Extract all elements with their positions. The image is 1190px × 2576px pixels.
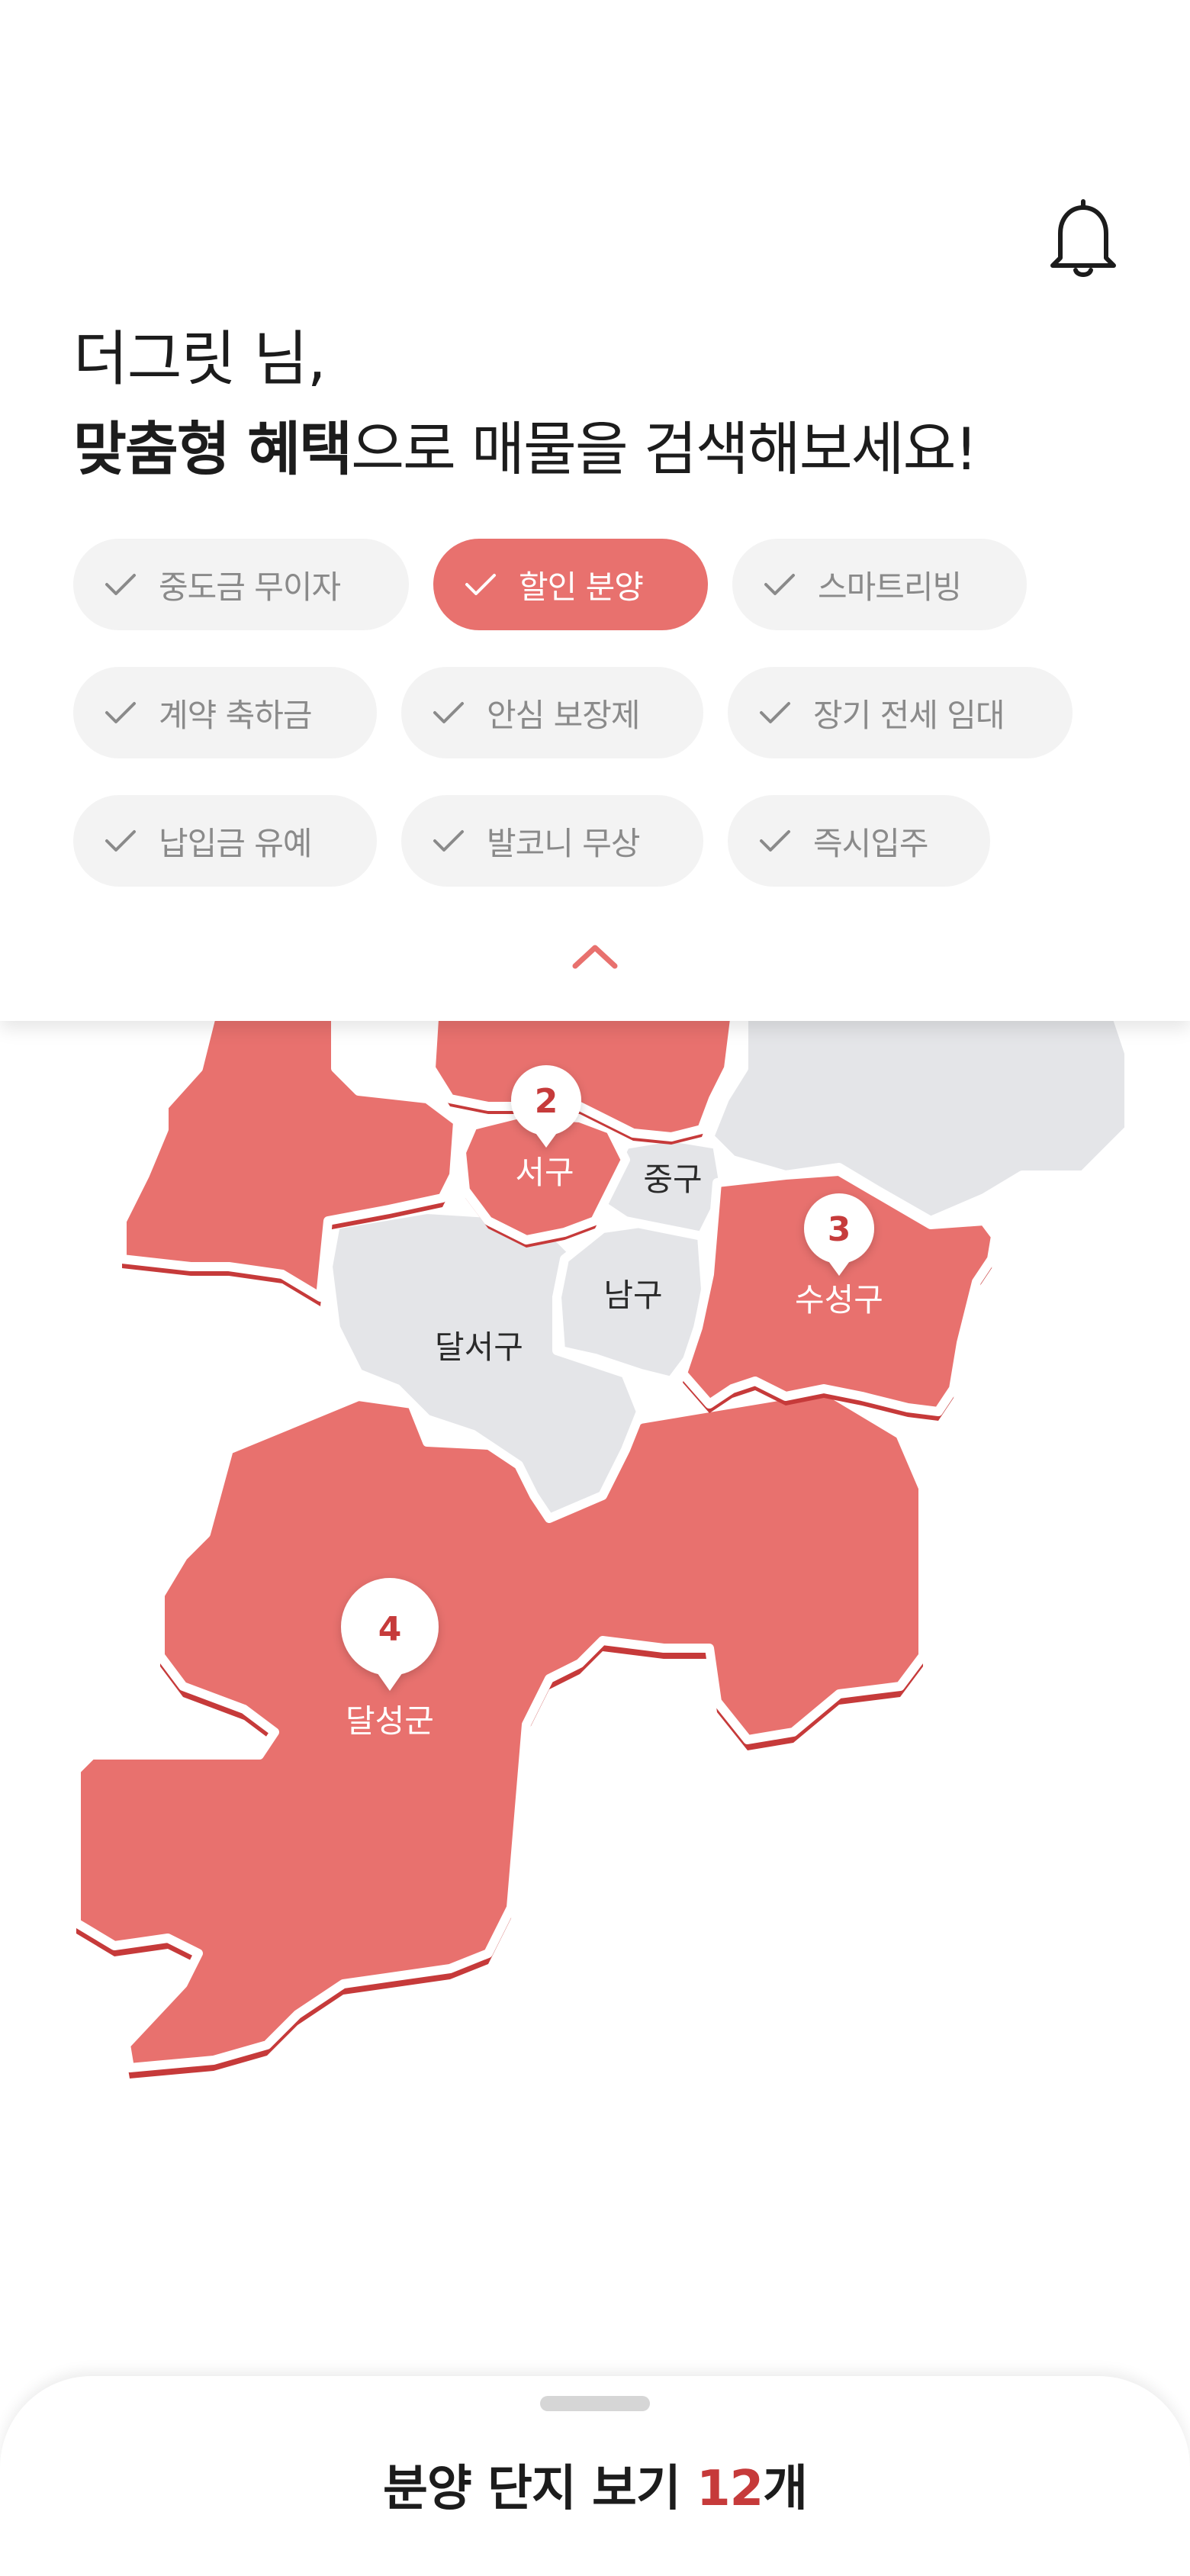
chip-label: 계약 축하금 bbox=[159, 696, 313, 734]
chip-payment-deferral[interactable]: 납입금 유예 bbox=[73, 795, 377, 887]
label-seo: 서구 bbox=[515, 1154, 574, 1191]
chip-label: 장기 전세 임대 bbox=[813, 696, 1005, 734]
check-icon bbox=[105, 830, 136, 852]
check-icon bbox=[760, 830, 790, 852]
chip-immediate-move-in[interactable]: 즉시입주 bbox=[728, 795, 990, 887]
sheet-drag-handle[interactable] bbox=[540, 2396, 650, 2411]
cta-count: 12 bbox=[696, 2461, 764, 2517]
pin-count-dalseong: 4 bbox=[378, 1610, 402, 1649]
label-dalseong: 달성군 bbox=[346, 1702, 434, 1740]
chip-label: 안심 보장제 bbox=[487, 696, 641, 734]
check-icon bbox=[433, 702, 464, 723]
chip-contract-bonus[interactable]: 계약 축하금 bbox=[73, 667, 377, 758]
label-nam: 남구 bbox=[603, 1277, 662, 1314]
pin-count-seo: 2 bbox=[535, 1082, 558, 1121]
chip-smart-living[interactable]: 스마트리빙 bbox=[732, 539, 1027, 630]
benefit-filter-chips: 중도금 무이자 할인 분양 스마트리빙 계약 축하금 안심 보장제 장기 전세 … bbox=[73, 539, 1141, 923]
view-complexes-button[interactable]: 분양 단지 보기 12개 bbox=[0, 2449, 1190, 2520]
filter-panel: 더그릿 님, 맞춤형 혜택으로 매물을 검색해보세요! 중도금 무이자 할인 분… bbox=[0, 0, 1190, 1021]
check-icon bbox=[105, 574, 136, 595]
chip-label: 납입금 유예 bbox=[159, 824, 313, 862]
region-dalseong[interactable] bbox=[72, 1384, 928, 2079]
cta-prefix: 분양 단지 보기 bbox=[382, 2461, 697, 2517]
check-icon bbox=[760, 702, 790, 723]
label-jung: 중구 bbox=[643, 1161, 702, 1198]
subtitle-rest: 으로 매물을 검색해보세요! bbox=[351, 415, 978, 483]
chip-label: 할인 분양 bbox=[519, 568, 644, 606]
check-icon bbox=[465, 574, 496, 595]
label-dalseo: 달서구 bbox=[435, 1328, 523, 1366]
chip-safety-guarantee[interactable]: 안심 보장제 bbox=[401, 667, 703, 758]
pin-count-suseong: 3 bbox=[828, 1210, 851, 1249]
chip-free-balcony[interactable]: 발코니 무상 bbox=[401, 795, 703, 887]
chip-label: 스마트리빙 bbox=[818, 568, 962, 606]
chip-discount-sale[interactable]: 할인 분양 bbox=[433, 539, 708, 630]
chip-label: 발코니 무상 bbox=[487, 824, 641, 862]
check-icon bbox=[105, 702, 136, 723]
chip-label: 즉시입주 bbox=[813, 824, 929, 862]
chip-label: 중도금 무이자 bbox=[159, 568, 341, 606]
label-suseong: 수성구 bbox=[795, 1281, 883, 1319]
subtitle-emphasis: 맞춤형 혜택 bbox=[73, 415, 352, 483]
bottom-sheet[interactable]: 분양 단지 보기 12개 bbox=[0, 2376, 1190, 2576]
greeting-title: 더그릿 님, bbox=[73, 325, 326, 394]
greeting-subtitle: 맞춤형 혜택으로 매물을 검색해보세요! bbox=[73, 415, 978, 483]
chip-long-term-lease[interactable]: 장기 전세 임대 bbox=[728, 667, 1073, 758]
chevron-up-icon[interactable] bbox=[571, 942, 619, 972]
check-icon bbox=[764, 574, 795, 595]
bell-icon[interactable] bbox=[1045, 197, 1121, 281]
chip-interest-free[interactable]: 중도금 무이자 bbox=[73, 539, 409, 630]
check-icon bbox=[433, 830, 464, 852]
cta-suffix: 개 bbox=[763, 2461, 808, 2517]
